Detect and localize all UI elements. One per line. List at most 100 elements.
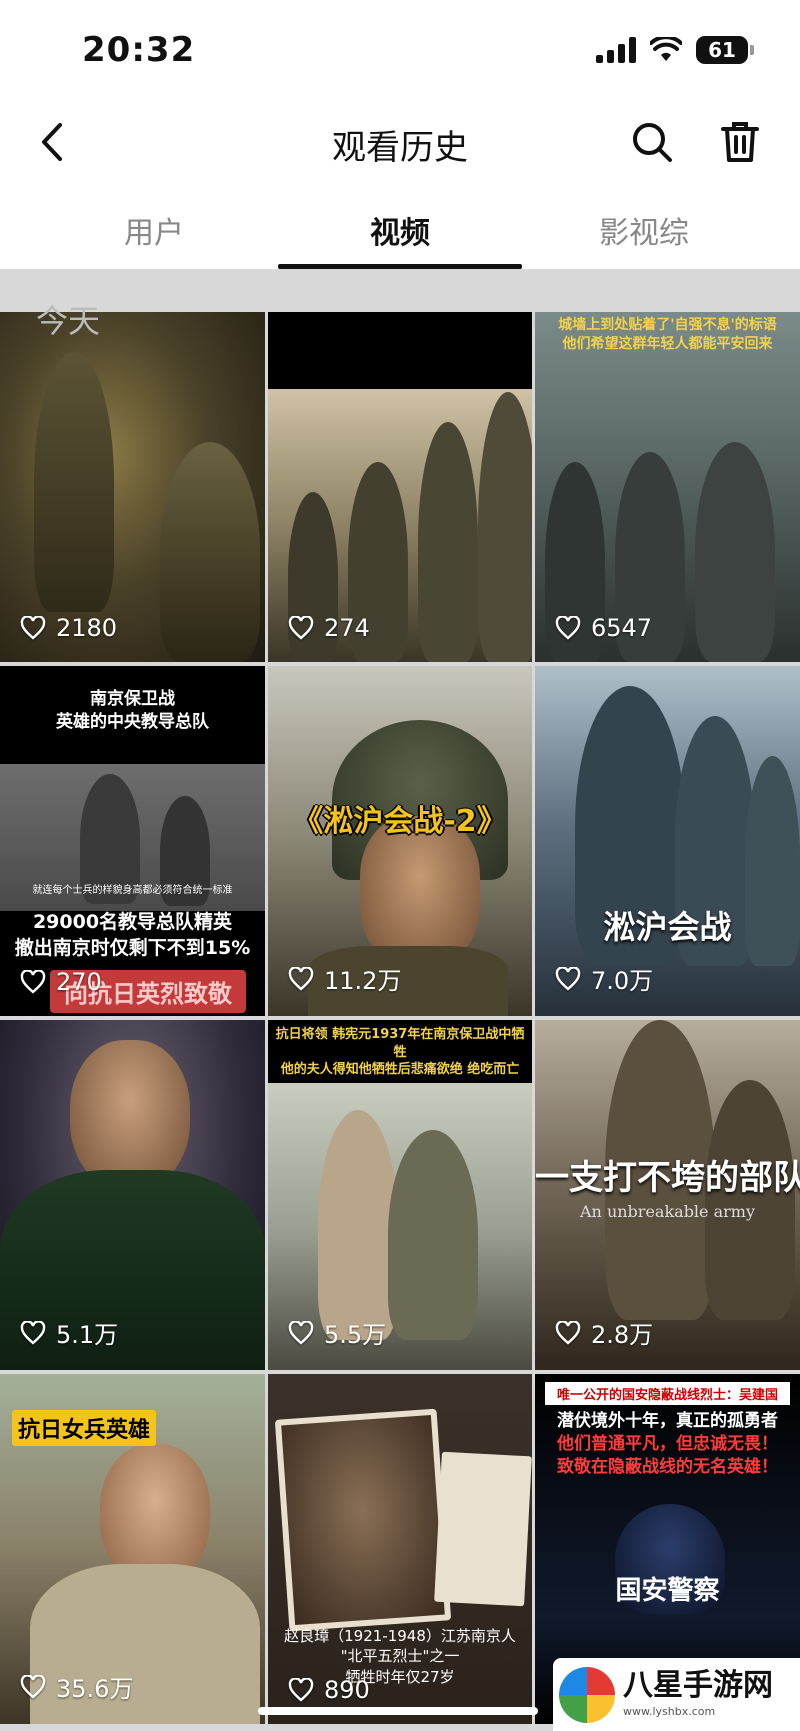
heart-icon bbox=[555, 1320, 581, 1345]
video-tile[interactable]: 赵良璋（1921-1948）江苏南京人 "北平五烈士"之一 牺牲时年仅27岁 8… bbox=[268, 1374, 532, 1724]
video-caption: 《淞沪会战-2》 bbox=[293, 804, 507, 839]
video-caption: 淞沪会战 bbox=[603, 908, 732, 946]
video-tile[interactable]: 抗日将领 韩宪元1937年在南京保卫战中牺牲 他的夫人得知他牺牲后悲痛欲绝 绝吃… bbox=[268, 1020, 532, 1370]
signal-icon bbox=[596, 37, 636, 63]
like-count-value: 7.0万 bbox=[591, 967, 654, 995]
portrait-photo bbox=[274, 1408, 452, 1632]
soldier-figure bbox=[478, 392, 532, 662]
video-caption: An unbreakable army bbox=[580, 1202, 755, 1221]
caption-line: 他们普通平凡，但忠诚无畏！ bbox=[557, 1433, 778, 1454]
battery-icon: 61 bbox=[696, 36, 754, 64]
caption-line: 城墙上到处贴着了'自强不息'的标语 bbox=[558, 317, 777, 333]
soldier-figure bbox=[34, 352, 114, 612]
person-figure bbox=[388, 1130, 478, 1340]
status-icons: 61 bbox=[596, 36, 754, 64]
caption-line: 29000名教导总队精英 bbox=[32, 911, 233, 933]
tab-users[interactable]: 用户 bbox=[24, 208, 284, 252]
caption-line: 他们希望这群年轻人都能平安回来 bbox=[562, 335, 773, 352]
soldier-figure bbox=[705, 1080, 795, 1320]
video-caption: 国安警察 bbox=[615, 1576, 720, 1606]
search-button[interactable] bbox=[624, 114, 680, 170]
video-tile[interactable]: 南京保卫战 英雄的中央教导总队 就连每个士兵的样貌身高都必须符合统一标准 290… bbox=[0, 666, 265, 1016]
soldier-figure bbox=[695, 442, 775, 662]
like-count: 5.1万 bbox=[20, 1315, 118, 1350]
heart-icon bbox=[20, 1674, 46, 1699]
face-figure bbox=[70, 1040, 190, 1190]
like-count: 2.8万 bbox=[555, 1315, 653, 1350]
nav-bar: 观看历史 bbox=[0, 100, 800, 184]
status-bar: 20:32 61 bbox=[0, 0, 800, 100]
caption-line: 他的夫人得知他牺牲后悲痛欲绝 绝吃而亡 bbox=[280, 1062, 520, 1078]
battery-level: 61 bbox=[708, 38, 736, 62]
watermark-logo-icon bbox=[559, 1666, 615, 1723]
like-count-value: 890 bbox=[324, 1676, 370, 1704]
video-caption: 南京保卫战 英雄的中央教导总队 bbox=[0, 688, 265, 734]
heart-icon bbox=[555, 966, 581, 991]
soldier-figure bbox=[418, 422, 478, 662]
caption-line: 就连每个士兵的样貌身高都必须符合统一标准 bbox=[32, 885, 233, 896]
like-count: 2180 bbox=[20, 614, 117, 642]
video-caption: 一支打不垮的部队 bbox=[535, 1158, 800, 1198]
like-count-value: 270 bbox=[56, 968, 102, 996]
like-count-value: 2.8万 bbox=[591, 1321, 654, 1349]
like-count: 5.5万 bbox=[288, 1315, 386, 1350]
like-count: 11.2万 bbox=[288, 961, 401, 996]
heart-icon bbox=[555, 616, 581, 640]
heart-icon bbox=[288, 1678, 314, 1702]
video-caption: 就连每个士兵的样貌身高都必须符合统一标准 bbox=[0, 884, 265, 898]
like-count-value: 274 bbox=[324, 614, 370, 642]
video-tile[interactable]: 一支打不垮的部队 An unbreakable army 2.8万 bbox=[535, 1020, 800, 1370]
tab-bar: 用户 视频 影视综 bbox=[0, 196, 800, 268]
video-tile[interactable]: 淞沪会战 7.0万 bbox=[535, 666, 800, 1016]
caption-line: 英雄的中央教导总队 bbox=[56, 711, 209, 732]
heart-icon bbox=[288, 616, 314, 640]
caption-line: "北平五烈士"之一 bbox=[340, 1647, 460, 1666]
video-caption: 唯一公开的国安隐蔽战线烈士：吴建国 bbox=[545, 1382, 790, 1405]
caption-line: 致敬在隐蔽战线的无名英雄！ bbox=[557, 1456, 778, 1477]
status-time: 20:32 bbox=[82, 30, 196, 70]
video-caption: 城墙上到处贴着了'自强不息'的标语 他们希望这群年轻人都能平安回来 bbox=[541, 316, 794, 354]
heart-icon bbox=[20, 616, 46, 640]
like-count-value: 11.2万 bbox=[324, 967, 402, 995]
like-count: 35.6万 bbox=[20, 1669, 133, 1704]
video-caption: 潜伏境外十年，真正的孤勇者 他们普通平凡，但忠诚无畏！ 致敬在隐蔽战线的无名英雄… bbox=[535, 1410, 800, 1479]
caption-line: 撤出南京时仅剩下不到15% bbox=[14, 936, 251, 959]
heart-icon bbox=[20, 1320, 46, 1345]
site-watermark: 八星手游网 www.lyshbx.com bbox=[553, 1658, 800, 1731]
tab-film-tv[interactable]: 影视综 bbox=[514, 208, 774, 252]
section-date-label: 今天 bbox=[36, 302, 101, 340]
like-count: 270 bbox=[20, 968, 102, 996]
video-caption: 抗日女兵英雄 bbox=[12, 1410, 157, 1446]
page-title: 观看历史 bbox=[332, 128, 468, 168]
video-tile[interactable]: 抗日女兵英雄 35.6万 bbox=[0, 1374, 265, 1724]
heart-icon bbox=[288, 966, 314, 991]
like-count-value: 35.6万 bbox=[56, 1675, 134, 1703]
video-tile[interactable]: 城墙上到处贴着了'自强不息'的标语 他们希望这群年轻人都能平安回来 6547 bbox=[535, 312, 800, 662]
watermark-text: 八星手游网 bbox=[623, 1668, 773, 1703]
video-grid: 2180 274 城墙上到处贴着了'自强不息'的标语 他们希望这群年轻人都能平安… bbox=[0, 312, 800, 1724]
video-tile[interactable]: 5.1万 bbox=[0, 1020, 265, 1370]
like-count: 890 bbox=[288, 1676, 370, 1704]
video-tile[interactable]: 2180 bbox=[0, 312, 265, 662]
like-count: 274 bbox=[288, 614, 370, 642]
caption-line: 赵良璋（1921-1948）江苏南京人 bbox=[284, 1627, 516, 1645]
trash-icon bbox=[721, 122, 759, 162]
delete-button[interactable] bbox=[712, 114, 768, 170]
heart-icon bbox=[288, 1320, 314, 1345]
like-count-value: 6547 bbox=[591, 614, 653, 642]
video-tile[interactable]: 《淞沪会战-2》 11.2万 bbox=[268, 666, 532, 1016]
caption-line: 潜伏境外十年，真正的孤勇者 bbox=[557, 1411, 778, 1431]
video-caption: 抗日将领 韩宪元1937年在南京保卫战中牺牲 他的夫人得知他牺牲后悲痛欲绝 绝吃… bbox=[272, 1026, 528, 1079]
video-tile[interactable]: 274 bbox=[268, 312, 532, 662]
caption-line: 抗日将领 韩宪元1937年在南京保卫战中牺牲 bbox=[275, 1027, 525, 1060]
home-indicator bbox=[258, 1707, 538, 1715]
caption-line: 南京保卫战 bbox=[90, 689, 175, 709]
wifi-icon bbox=[650, 37, 682, 61]
like-count: 6547 bbox=[555, 614, 652, 642]
like-count-value: 5.5万 bbox=[324, 1321, 387, 1349]
tab-videos[interactable]: 视频 bbox=[270, 208, 530, 252]
heart-icon bbox=[20, 970, 46, 994]
search-icon bbox=[633, 123, 672, 162]
info-card bbox=[434, 1451, 532, 1607]
soldier-figure bbox=[160, 442, 260, 662]
